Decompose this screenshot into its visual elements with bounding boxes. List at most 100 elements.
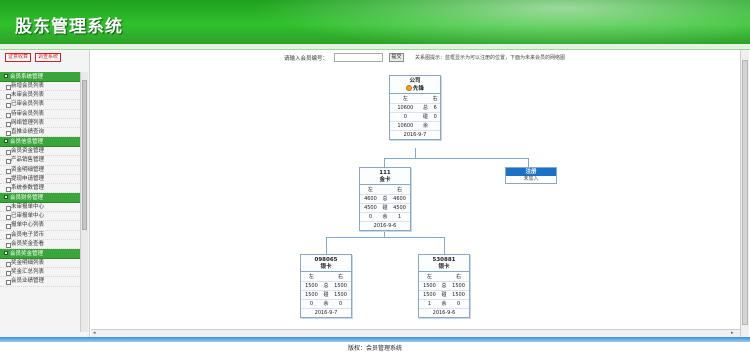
search-label: 请输入会员编号： (284, 56, 329, 62)
menu-section-member-finance[interactable]: 会员财务管理 (0, 193, 80, 204)
menu-item[interactable]: 系统参数管理 (0, 184, 80, 194)
register-slot[interactable]: 注册 未加入 (505, 167, 557, 184)
submit-button[interactable]: 提交 (389, 53, 404, 62)
main-content: 请输入会员编号： 提交 关系图提示：蓝框显示为可以注册的位置，下面为未来会员的网… (91, 50, 750, 337)
section-toggle-icon (4, 74, 8, 78)
tree-node-left-right[interactable]: 530881 银卡 左右 1500 总 1500 1500 碰 1500 1余0 201… (418, 254, 470, 318)
connector-line (384, 158, 529, 159)
node-level: 金卡 (360, 177, 410, 185)
stat-cell: 4600 (360, 194, 381, 204)
stat-cell: 总 (420, 103, 431, 113)
node-date: 2016-9-6 (432, 309, 456, 316)
register-status: 未加入 (523, 176, 539, 182)
register-button[interactable]: 注册 (506, 168, 556, 176)
tree-node-left[interactable]: 111 金卡 左右 4600 总 4600 4500 碰 4500 0余1 2016-9… (359, 167, 411, 231)
menu-item[interactable]: 新增会员列表 (0, 82, 80, 92)
menu-item[interactable]: 奖金明细列表 (0, 259, 80, 269)
menu-item[interactable]: 提现申请管理 (0, 175, 80, 184)
stat-cell: 6 (430, 103, 440, 113)
node-title: 111 (379, 170, 391, 176)
stat-cell: 左 (301, 272, 322, 282)
node-title: 098065 (314, 257, 338, 263)
connector-line (326, 237, 327, 254)
stat-cell: 总 (439, 281, 449, 291)
content-vertical-scrollbar[interactable] (740, 50, 749, 337)
stat-cell: 1 (389, 212, 410, 222)
stat-cell: 右 (448, 272, 469, 282)
app-header: 股东管理系统 (0, 0, 750, 44)
stat-cell: 10600 (390, 103, 421, 113)
stat-cell: 左 (419, 272, 440, 282)
stat-cell: 0 (330, 299, 351, 309)
menu-item[interactable]: 未审报单中心 (0, 203, 80, 213)
menu-item[interactable]: 资金明细管理 (0, 166, 80, 175)
node-level: 银卡 (301, 264, 351, 272)
stat-cell: 1500 (330, 281, 351, 291)
app-title: 股东管理系统 (15, 17, 123, 37)
menu-item[interactable]: 未审会员列表 (0, 91, 80, 101)
tree-hint-text: 关系图提示：蓝框显示为可以注册的位置，下面为未来会员的网络图 (415, 55, 566, 61)
stat-cell: 0 (301, 299, 322, 309)
menu-section-member-info[interactable]: 会员信息管理 (0, 137, 80, 148)
stat-cell: 右 (389, 185, 410, 195)
menu-item[interactable]: 会员资金管理 (0, 147, 80, 157)
menu-item[interactable]: 会员电子货币 (0, 231, 80, 240)
stat-cell: 1500 (419, 281, 440, 291)
node-title: 530881 (432, 257, 456, 263)
menu-section-member-system[interactable]: 会员系统管理 (0, 72, 80, 82)
menu-item[interactable]: 网络管理列表 (0, 119, 80, 128)
connector-line (415, 148, 416, 158)
menu-item[interactable]: 报单中心列表 (0, 221, 80, 231)
content-scroll-thumb[interactable] (742, 60, 748, 325)
content-horizontal-scrollbar[interactable]: ◂ ▸ (91, 329, 740, 337)
tree-node-root[interactable]: 公司 先锋 左右 10600 总 6 0碰0 10600 余 2016-9-7 (389, 75, 441, 140)
stat-cell: 余 (439, 299, 449, 309)
sidebar-scrollbar[interactable] (80, 72, 88, 332)
node-level: 先锋 (390, 85, 440, 94)
stat-cell: 左 (390, 94, 421, 104)
menu-item[interactable]: 已审会员列表 (0, 100, 80, 110)
member-id-input[interactable] (334, 53, 383, 62)
stat-cell: 4500 (389, 203, 410, 213)
node-date: 2016-9-7 (314, 309, 338, 316)
menu-item[interactable]: 奖金汇总列表 (0, 268, 80, 278)
stat-cell: 1 (419, 299, 440, 309)
stat-cell (430, 121, 440, 131)
node-title: 公司 (409, 78, 421, 84)
stat-cell: 余 (380, 212, 390, 222)
stat-cell: 余 (420, 121, 431, 131)
search-bar: 请输入会员编号： 提交 关系图提示：蓝框显示为可以注册的位置，下面为未来会员的网… (91, 50, 750, 70)
stat-cell: 1500 (301, 290, 322, 300)
medal-icon (405, 85, 412, 91)
sidebar: 证意收算 调查系统 会员系统管理 新增会员列表 未审会员列表 已审会员列表 待审… (0, 50, 90, 337)
menu-section-member-bonus[interactable]: 会员奖金管理 (0, 249, 80, 259)
stat-cell: 0 (448, 299, 469, 309)
menu-item[interactable]: 待审会员列表 (0, 110, 80, 119)
sidebar-tabs: 证意收算 调查系统 (0, 50, 89, 64)
menu-item[interactable]: 会员奖金查看 (0, 240, 80, 249)
sidebar-tab-right[interactable]: 调查系统 (35, 53, 62, 62)
connector-line (444, 237, 445, 254)
stat-cell: 总 (321, 281, 331, 291)
sidebar-tab-left[interactable]: 证意收算 (5, 53, 32, 62)
menu-item[interactable]: 产品销售管理 (0, 156, 80, 166)
stat-cell: 左 (360, 185, 381, 195)
stat-cell: 0 (390, 112, 421, 122)
stat-cell: 1500 (330, 290, 351, 300)
stat-cell: 1500 (448, 290, 469, 300)
stat-cell: 总 (380, 194, 390, 204)
stat-cell: 1500 (301, 281, 322, 291)
menu-item[interactable]: 直推业绩查询 (0, 128, 80, 138)
menu-item[interactable]: 已审报单中心 (0, 212, 80, 222)
node-stats: 左右 10600 总 6 0碰0 10600 余 (390, 94, 440, 131)
scroll-right-arrow-icon[interactable]: ▸ (731, 330, 734, 337)
node-stats: 左右 4600 总 4600 4500 碰 4500 0余1 (360, 185, 410, 222)
scroll-left-arrow-icon[interactable]: ◂ (93, 330, 96, 337)
section-toggle-icon (4, 139, 8, 144)
menu-item[interactable]: 会员业绩管理 (0, 277, 80, 287)
stat-cell: 1500 (419, 290, 440, 300)
node-date: 2016-9-7 (403, 131, 427, 138)
sidebar-scroll-thumb[interactable] (82, 80, 87, 230)
stat-cell: 余 (321, 299, 331, 309)
tree-node-left-left[interactable]: 098065 银卡 左右 1500 总 1500 1500 碰 1500 0余0 201… (300, 254, 352, 318)
